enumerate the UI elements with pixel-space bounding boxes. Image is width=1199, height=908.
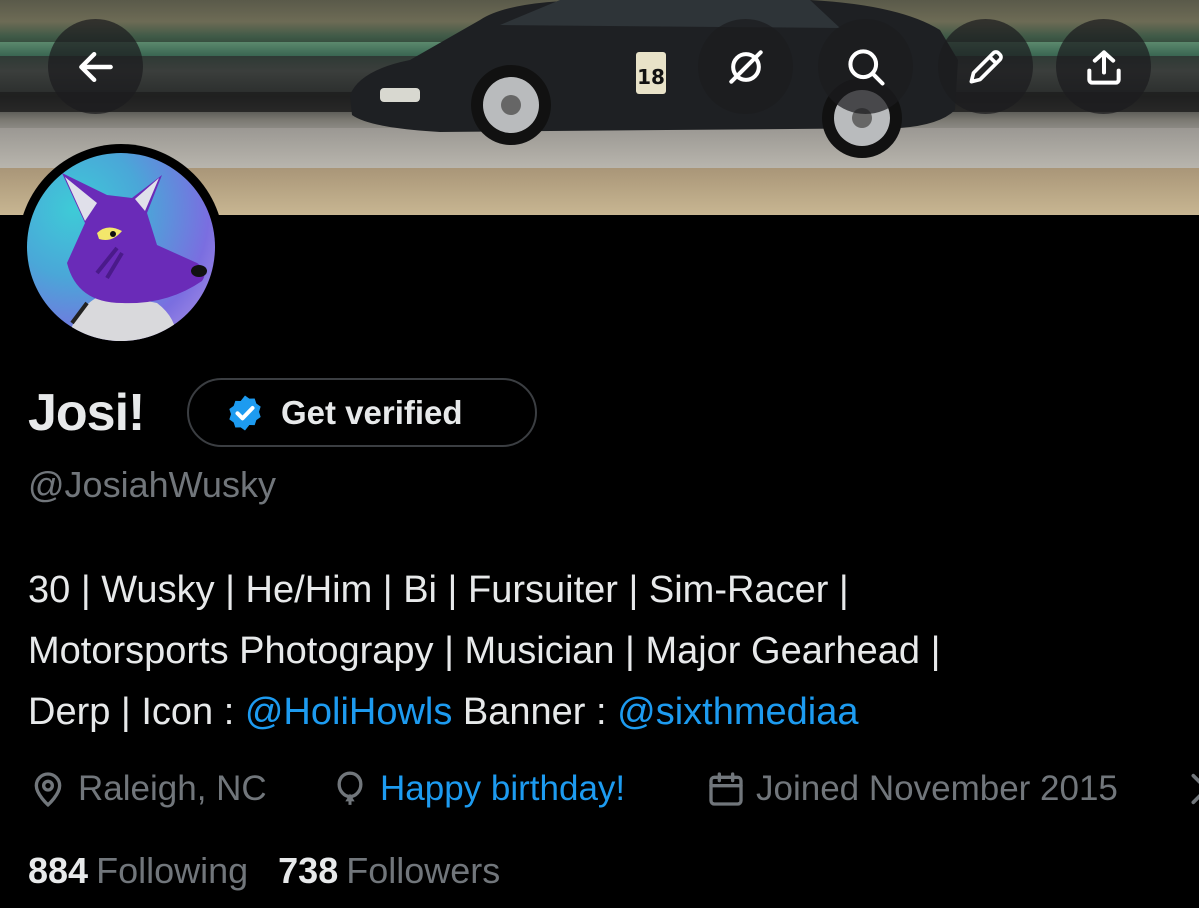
search-button[interactable]: [818, 19, 913, 114]
verified-badge-icon: [229, 395, 261, 430]
profile-handle: @JosiahWusky: [28, 464, 276, 505]
edit-pencil-icon: [969, 49, 1003, 83]
eye-off-icon: [728, 49, 763, 84]
joined-text: Joined November 2015: [756, 769, 1118, 808]
bio-line-3: Derp | Icon : @HoliHowls Banner : @sixth…: [28, 682, 1178, 743]
profile-meta: Raleigh, NC Happy birthday! Joined Novem…: [28, 764, 1199, 814]
following-label: Following: [96, 850, 249, 891]
calendar-icon: [709, 772, 743, 806]
arrow-left-icon: [78, 51, 113, 82]
followers-link[interactable]: 738 Followers: [278, 850, 500, 892]
balloon-icon: [337, 771, 363, 805]
birthday-text: Happy birthday!: [380, 769, 626, 808]
birthday-item[interactable]: Happy birthday!: [330, 764, 625, 814]
profile-name: Josi!: [28, 384, 145, 442]
chevron-right-icon: [1191, 773, 1199, 805]
share-upload-icon: [1086, 49, 1121, 85]
bio-line-1: 30 | Wusky | He/Him | Bi | Fursuiter | S…: [28, 569, 849, 611]
avatar-image: [27, 153, 215, 341]
followers-label: Followers: [346, 850, 501, 891]
hide-button[interactable]: [698, 19, 793, 114]
following-link[interactable]: 884 Following: [28, 850, 248, 892]
location-pin-icon: [34, 772, 62, 808]
icon-credit-link[interactable]: @HoliHowls: [245, 691, 453, 733]
location-item: Raleigh, NC: [28, 764, 267, 814]
profile-bio: 30 | Wusky | He/Him | Bi | Fursuiter | S…: [28, 560, 1178, 743]
avatar[interactable]: [18, 144, 224, 350]
following-count: 884: [28, 850, 89, 891]
get-verified-label: Get verified: [281, 393, 463, 431]
bio-line-2: Motorsports Photograpy | Musician | Majo…: [28, 630, 941, 672]
bio-line-3-prefix: Derp | Icon :: [28, 691, 245, 733]
followers-count: 738: [278, 850, 339, 891]
meta-more-button[interactable]: [1180, 764, 1199, 814]
profile-stats: 884 Following 738 Followers: [28, 850, 530, 892]
joined-item: Joined November 2015: [706, 764, 1118, 814]
back-button[interactable]: [48, 19, 143, 114]
share-button[interactable]: [1056, 19, 1151, 114]
get-verified-button[interactable]: Get verified: [187, 378, 537, 447]
banner-credit-link[interactable]: @sixthmediaa: [617, 691, 858, 733]
car-number: 18: [637, 65, 665, 89]
search-icon: [847, 48, 885, 86]
bio-banner-label: Banner :: [452, 691, 618, 733]
edit-button[interactable]: [938, 19, 1033, 114]
wolf-character-illustration: [62, 173, 207, 341]
location-text: Raleigh, NC: [78, 769, 267, 808]
